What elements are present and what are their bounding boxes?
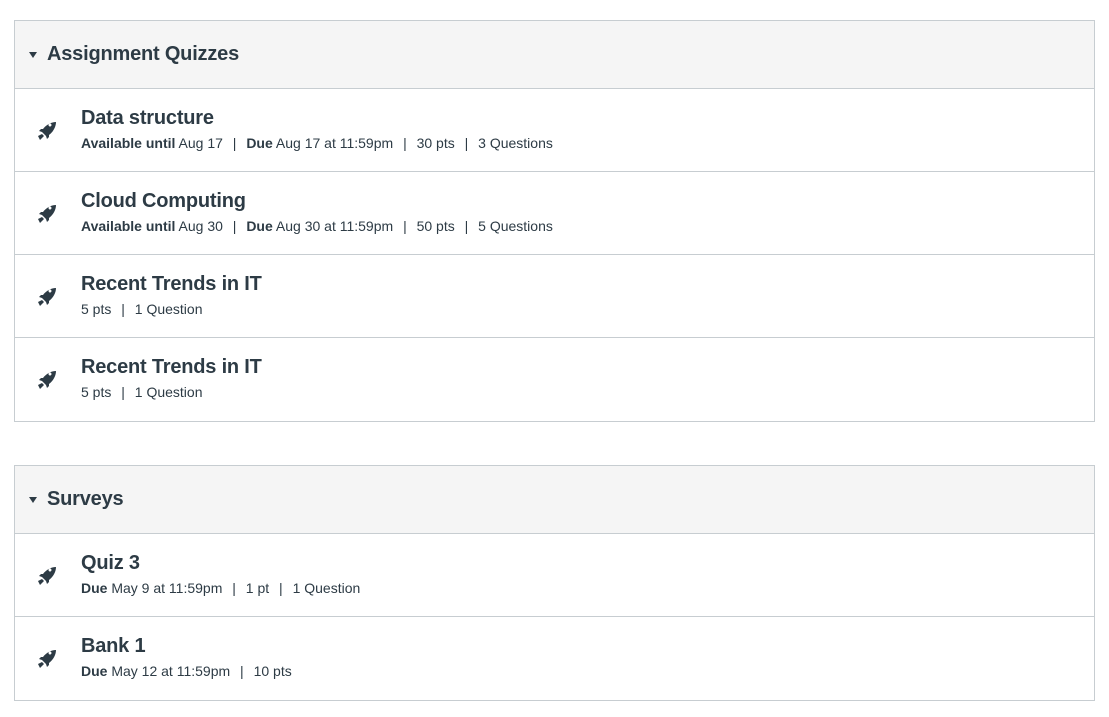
quiz-item: Data structure Available until Aug 17 | … xyxy=(15,89,1094,172)
due-date: May 9 at 11:59pm xyxy=(111,580,223,596)
question-count: 5 Questions xyxy=(478,218,553,234)
quiz-item: Quiz 3 Due May 9 at 11:59pm | 1 pt | 1 Q… xyxy=(15,534,1094,617)
available-label: Available until xyxy=(81,218,176,234)
question-count: 1 Question xyxy=(134,384,203,400)
points: 5 pts xyxy=(81,301,112,317)
separator: | xyxy=(464,218,469,234)
quiz-title-link[interactable]: Recent Trends in IT xyxy=(81,272,262,296)
points: 5 pts xyxy=(81,384,112,400)
separator: | xyxy=(464,135,469,151)
separator: | xyxy=(279,580,283,596)
separator: | xyxy=(232,580,236,596)
quiz-title-link[interactable]: Cloud Computing xyxy=(81,189,553,213)
separator: | xyxy=(121,384,125,400)
quizzes-page: Assignment Quizzes Data structure Availa… xyxy=(0,0,1109,717)
quiz-item: Recent Trends in IT 5 pts | 1 Question xyxy=(15,255,1094,338)
points: 50 pts xyxy=(416,218,455,234)
surveys-header[interactable]: Surveys xyxy=(15,466,1094,534)
surveys-group: Surveys Quiz 3 Due May 9 at 11:59pm | 1 … xyxy=(14,465,1095,701)
caret-down-icon[interactable] xyxy=(29,497,37,503)
quiz-title-link[interactable]: Recent Trends in IT xyxy=(81,355,262,379)
separator: | xyxy=(403,135,407,151)
available-label: Available until xyxy=(81,135,176,151)
due-label: Due xyxy=(81,663,108,679)
due-date: May 12 at 11:59pm xyxy=(111,663,231,679)
quiz-title-link[interactable]: Data structure xyxy=(81,106,553,130)
question-count: 1 Question xyxy=(134,301,203,317)
quiz-rocket-icon xyxy=(38,650,56,668)
assignment-quizzes-group: Assignment Quizzes Data structure Availa… xyxy=(14,20,1095,422)
quiz-rocket-icon xyxy=(38,205,56,223)
quiz-rocket-icon xyxy=(38,288,56,306)
available-date: Aug 30 xyxy=(178,218,223,234)
question-count: 1 Question xyxy=(292,580,361,596)
assignment-quizzes-header[interactable]: Assignment Quizzes xyxy=(15,21,1094,89)
quiz-meta: Due May 12 at 11:59pm | 10 pts xyxy=(81,662,292,680)
points: 30 pts xyxy=(416,135,455,151)
question-count: 3 Questions xyxy=(478,135,553,151)
separator: | xyxy=(240,663,244,679)
separator: | xyxy=(232,135,237,151)
due-date: Aug 30 at 11:59pm xyxy=(275,218,394,234)
quiz-item: Cloud Computing Available until Aug 30 |… xyxy=(15,172,1094,255)
due-label: Due xyxy=(246,218,273,234)
due-date: Aug 17 at 11:59pm xyxy=(275,135,394,151)
quiz-meta: Available until Aug 17 | Due Aug 17 at 1… xyxy=(81,134,553,152)
quiz-title-link[interactable]: Quiz 3 xyxy=(81,551,360,575)
caret-down-icon[interactable] xyxy=(29,52,37,58)
points: 1 pt xyxy=(245,580,270,596)
group-title: Assignment Quizzes xyxy=(47,43,239,65)
quiz-title-link[interactable]: Bank 1 xyxy=(81,634,292,658)
quiz-meta: 5 pts | 1 Question xyxy=(81,383,262,401)
quiz-item: Bank 1 Due May 12 at 11:59pm | 10 pts xyxy=(15,617,1094,700)
points: 10 pts xyxy=(253,663,292,679)
separator: | xyxy=(403,218,407,234)
quiz-item: Recent Trends in IT 5 pts | 1 Question xyxy=(15,338,1094,421)
group-title: Surveys xyxy=(47,488,124,510)
due-label: Due xyxy=(81,580,108,596)
quiz-meta: 5 pts | 1 Question xyxy=(81,300,262,318)
separator: | xyxy=(121,301,125,317)
quiz-rocket-icon xyxy=(38,371,56,389)
quiz-meta: Available until Aug 30 | Due Aug 30 at 1… xyxy=(81,217,553,235)
due-label: Due xyxy=(246,135,273,151)
available-date: Aug 17 xyxy=(178,135,223,151)
separator: | xyxy=(232,218,237,234)
quiz-rocket-icon xyxy=(38,567,56,585)
quiz-meta: Due May 9 at 11:59pm | 1 pt | 1 Question xyxy=(81,579,360,597)
quiz-rocket-icon xyxy=(38,122,56,140)
